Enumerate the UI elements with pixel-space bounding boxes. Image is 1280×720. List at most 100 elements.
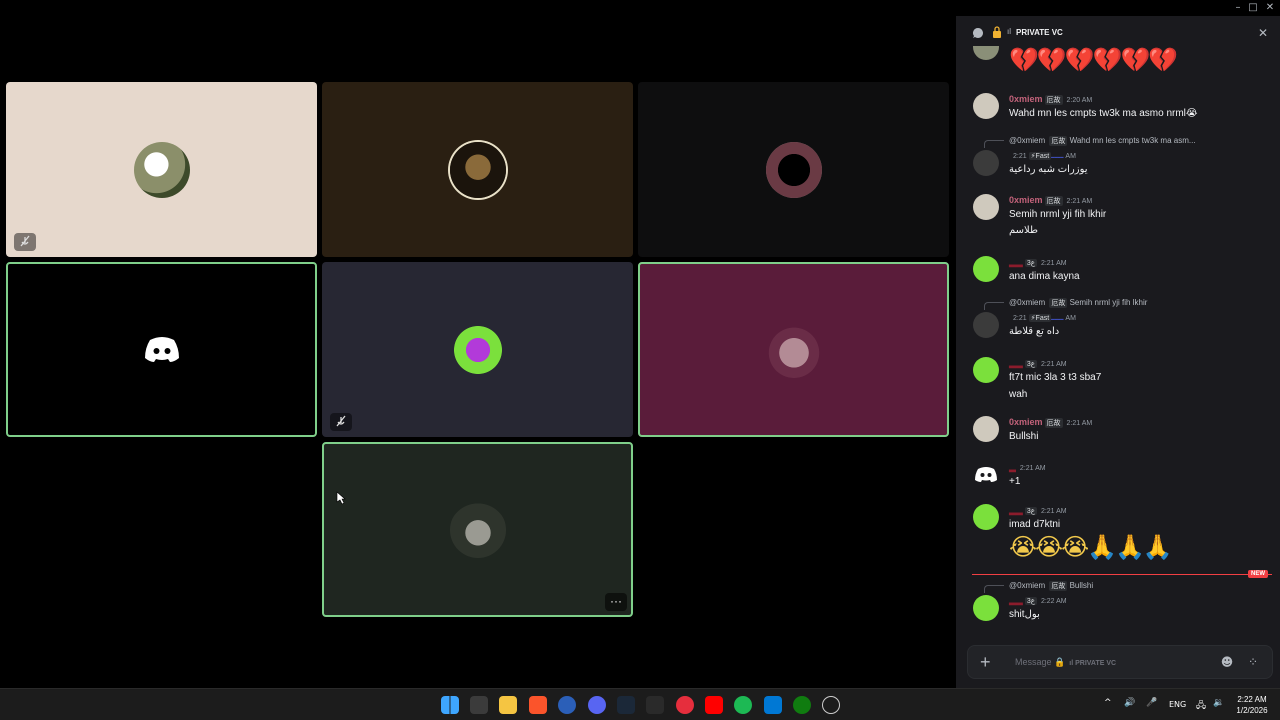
avatar	[449, 141, 506, 198]
guild-tag: ع3	[1024, 360, 1037, 368]
message-emoji: 😭😭😭🙏🙏🙏	[1009, 533, 1173, 561]
participant-tile-2[interactable]	[322, 82, 633, 257]
minimize-button[interactable]: –	[1232, 2, 1244, 14]
new-badge: NEW	[1248, 570, 1268, 578]
reply-username[interactable]: @0xmiem	[1009, 298, 1045, 307]
store-icon[interactable]	[470, 696, 488, 714]
participant-tile-1[interactable]	[6, 82, 317, 257]
reply-username[interactable]: @0xmiem	[1009, 136, 1045, 145]
xbox-icon[interactable]	[793, 696, 811, 714]
lock-icon	[993, 26, 1001, 38]
participant-tile-3[interactable]	[638, 82, 949, 257]
lock-icon: 🔒	[1054, 657, 1066, 667]
timestamp: 2:21 AM	[1040, 260, 1067, 267]
avatar	[973, 256, 999, 282]
clock-date: 1/2/2026	[1236, 706, 1268, 715]
participant-tile-5[interactable]	[322, 262, 633, 437]
spotify-icon[interactable]	[734, 696, 752, 714]
timestamp: 2:21 AM	[1066, 420, 1093, 427]
username[interactable]: ▂▂	[1009, 505, 1023, 515]
participant-tile-6[interactable]	[638, 262, 949, 437]
message-text: +1	[1009, 476, 1021, 487]
username[interactable]: 0xmiem	[1009, 417, 1043, 427]
reply-preview[interactable]: Bullshi	[1070, 581, 1094, 590]
message-text: Semih nrml yji fih lkhir	[1009, 209, 1107, 220]
browser-icon[interactable]	[558, 696, 576, 714]
message-text: يوزرات شبه رداعية	[1009, 164, 1088, 175]
avatar	[973, 93, 999, 119]
guild-tag: 厄故	[1044, 196, 1063, 206]
chat-bubble-icon	[973, 28, 983, 38]
youtube-icon[interactable]	[705, 696, 723, 714]
microphone-icon[interactable]: 🎤	[1146, 698, 1157, 708]
new-messages-divider: NEW	[972, 570, 1272, 578]
network-icon[interactable]: 🖧	[1196, 698, 1206, 714]
username[interactable]: 0xmiem	[1009, 94, 1043, 104]
timestamp: 2:21 AM	[1066, 198, 1093, 205]
discord-logo-icon	[975, 467, 997, 482]
message-text: ana dima kayna	[1009, 271, 1080, 282]
system-clock[interactable]: 2:22 AM 1/2/2026	[1232, 694, 1272, 716]
avatar	[973, 595, 999, 621]
file-explorer-icon[interactable]	[499, 696, 517, 714]
window-titlebar: – □ ✕	[0, 0, 1280, 16]
apps-button[interactable]: ⁘	[1246, 655, 1260, 669]
chat-header: ıl PRIVATE VC ✕	[956, 16, 1280, 50]
reply-connector	[984, 585, 1004, 593]
avatar	[973, 194, 999, 220]
emoji-button[interactable]: ☻	[1220, 655, 1234, 669]
composer-channel: ıl PRIVATE VC	[1069, 660, 1117, 667]
username[interactable]: 0xmiem	[1009, 195, 1043, 205]
avatar	[449, 501, 506, 558]
steam-icon[interactable]	[617, 696, 635, 714]
add-attachment-button[interactable]: +	[980, 652, 991, 672]
message-text: ft7t mic 3la 3 t3 sba7	[1009, 372, 1102, 383]
timestamp: 2:21 AM	[1040, 361, 1067, 368]
guild-tag: ع3	[1024, 507, 1037, 515]
tray-overflow-icon[interactable]: ^	[1104, 698, 1112, 708]
taskbar: ^ 🔊 🎤 ENG 🖧 🔉 2:22 AM 1/2/2026	[0, 688, 1280, 720]
participant-tile-4[interactable]	[6, 262, 317, 437]
avatar	[973, 504, 999, 530]
avatar	[765, 321, 822, 378]
voice-bars-icon: ıl	[1007, 27, 1011, 36]
username[interactable]: ▂	[1009, 462, 1016, 472]
username[interactable]: ▂▂	[1009, 257, 1023, 267]
username[interactable]: ▂▂	[1009, 358, 1023, 368]
vscode-icon[interactable]	[764, 696, 782, 714]
participant-tile-7[interactable]: ···	[322, 442, 633, 617]
brave-browser-icon[interactable]	[529, 696, 547, 714]
reply-preview[interactable]: Semih nrml yji fih lkhir	[1070, 298, 1148, 307]
username[interactable]: ▂▂	[1009, 595, 1023, 605]
media-player-icon[interactable]	[676, 696, 694, 714]
avatar	[973, 312, 999, 338]
timestamp: 2:20 AM	[1066, 97, 1093, 104]
username[interactable]: ــــ	[1051, 312, 1063, 322]
start-menu-icon[interactable]	[441, 696, 459, 714]
maximize-button[interactable]: □	[1247, 2, 1259, 14]
speaker-icon[interactable]: 🔊	[1124, 698, 1135, 708]
avatar	[973, 461, 999, 487]
avatar	[973, 150, 999, 176]
language-indicator[interactable]: ENG	[1169, 700, 1186, 709]
guild-tag: 厄故	[1044, 418, 1063, 428]
settings-icon[interactable]	[822, 696, 840, 714]
close-chat-button[interactable]: ✕	[1258, 26, 1268, 40]
avatar	[973, 357, 999, 383]
discord-icon[interactable]	[588, 696, 606, 714]
guild-tag: 厄故	[1049, 581, 1068, 591]
message-composer[interactable]: + Message 🔒 ıl PRIVATE VC ☻ ⁘	[967, 645, 1273, 679]
reply-username[interactable]: @0xmiem	[1009, 581, 1045, 590]
timestamp: 2:21 AM	[1019, 465, 1046, 472]
volume-icon[interactable]: 🔉	[1213, 698, 1224, 708]
username[interactable]: ــــ	[1051, 150, 1063, 160]
message-input[interactable]: Message 🔒 ıl PRIVATE VC	[1015, 657, 1116, 668]
more-options-button[interactable]: ···	[605, 593, 627, 611]
guild-tag: ع3	[1024, 597, 1037, 605]
close-window-button[interactable]: ✕	[1264, 2, 1276, 14]
epic-games-icon[interactable]	[646, 696, 664, 714]
guild-tag: ⚡Fast	[1028, 314, 1052, 322]
reply-preview[interactable]: Wahd mn les cmpts tw3k ma asm...	[1070, 136, 1196, 145]
message-list[interactable]: 💔💔💔💔💔💔 0xmiem 厄故 2:20 AM Wahd mn les cmpts…	[956, 46, 1280, 626]
avatar	[765, 141, 822, 198]
